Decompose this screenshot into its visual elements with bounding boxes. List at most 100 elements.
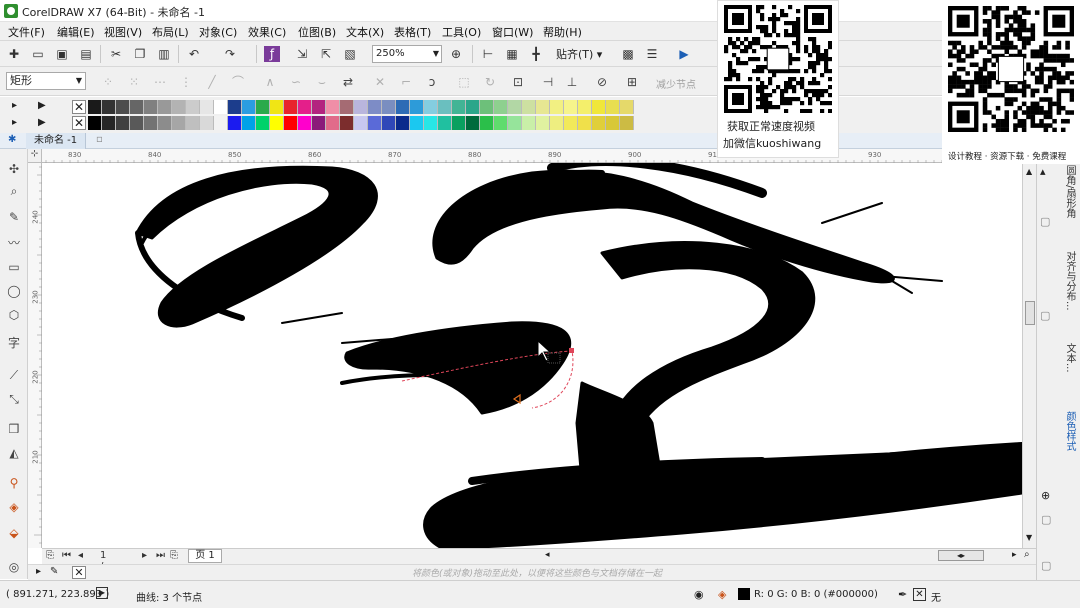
color-swatch[interactable]: [452, 116, 466, 130]
next-page-icon[interactable]: ▸: [142, 550, 147, 561]
color-swatch[interactable]: [410, 100, 424, 114]
cut-icon[interactable]: ✂: [108, 46, 124, 62]
color-swatch[interactable]: [144, 100, 158, 114]
color-swatch[interactable]: [130, 116, 144, 130]
snap-to-button[interactable]: 贴齐(T) ▾: [556, 46, 602, 62]
import-icon[interactable]: ⇲: [294, 46, 310, 62]
vertical-scroll-thumb[interactable]: [1025, 301, 1035, 325]
menu-file[interactable]: 文件(F): [8, 24, 45, 40]
palette-eyedropper-icon[interactable]: ▶: [38, 100, 46, 111]
page-tab[interactable]: 页 1: [188, 549, 222, 563]
color-swatch[interactable]: [620, 116, 634, 130]
color-swatch[interactable]: [186, 116, 200, 130]
polygon-tool-icon[interactable]: ⬡: [6, 307, 22, 323]
color-swatch[interactable]: [270, 100, 284, 114]
tab-close-icon[interactable]: ▫: [96, 134, 103, 145]
color-swatch[interactable]: [480, 100, 494, 114]
color-swatch[interactable]: [578, 116, 592, 130]
color-swatch[interactable]: [508, 116, 522, 130]
color-swatch[interactable]: [620, 100, 634, 114]
smooth-node-icon[interactable]: ∽: [288, 74, 304, 90]
color-swatch[interactable]: [438, 100, 452, 114]
reduce-nodes-button[interactable]: 减少节点: [656, 76, 696, 91]
docker-icon[interactable]: ▢: [1041, 513, 1051, 526]
color-swatch[interactable]: [494, 100, 508, 114]
align-nodes-icon[interactable]: ⊡: [510, 74, 526, 90]
color-swatch[interactable]: [592, 116, 606, 130]
reflect-horizontal-icon[interactable]: ⊣: [540, 74, 556, 90]
outline-pen-icon[interactable]: ✒: [898, 588, 907, 601]
docker-tab-text[interactable]: 文本...: [1061, 343, 1077, 373]
color-swatch[interactable]: [172, 116, 186, 130]
scroll-up-icon[interactable]: ▲: [1026, 167, 1032, 176]
docker-tab-color-styles[interactable]: 颜色样式: [1061, 411, 1077, 451]
color-swatch[interactable]: [326, 100, 340, 114]
parallel-dimension-tool-icon[interactable]: ⟋: [6, 367, 22, 383]
color-swatch[interactable]: [536, 116, 550, 130]
color-swatch[interactable]: [522, 100, 536, 114]
to-line-icon[interactable]: ╱: [204, 74, 220, 90]
break-curve-icon[interactable]: ⋮: [178, 74, 194, 90]
add-page-icon[interactable]: ⎘: [46, 550, 54, 561]
color-swatch[interactable]: [186, 100, 200, 114]
rectangle-tool-icon[interactable]: ▭: [6, 259, 22, 275]
to-curve-icon[interactable]: ⌒: [230, 74, 246, 90]
paste-icon[interactable]: ▥: [156, 46, 172, 62]
stretch-nodes-icon[interactable]: ⬚: [456, 74, 472, 90]
docker-tab-align[interactable]: 对齐与分布...: [1061, 251, 1077, 311]
options-icon[interactable]: ▩: [620, 46, 636, 62]
color-swatch[interactable]: [480, 116, 494, 130]
interactive-fill-tool-icon[interactable]: ◈: [6, 499, 22, 515]
menu-bitmaps[interactable]: 位图(B): [298, 24, 336, 40]
transparency-tool-icon[interactable]: ◭: [6, 445, 22, 461]
menu-edit[interactable]: 编辑(E): [57, 24, 95, 40]
palette-eyedropper-icon[interactable]: ▶: [38, 117, 46, 128]
color-swatch[interactable]: [340, 100, 354, 114]
color-swatch[interactable]: [228, 116, 242, 130]
zoom-fit-icon[interactable]: ⊕: [448, 46, 464, 62]
target-icon[interactable]: ◉: [694, 588, 704, 601]
color-swatch[interactable]: [284, 116, 298, 130]
color-swatch[interactable]: [522, 116, 536, 130]
color-swatch[interactable]: [550, 116, 564, 130]
ellipse-tool-icon[interactable]: ◯: [6, 283, 22, 299]
connector-tool-icon[interactable]: ⤡: [6, 391, 22, 407]
join-nodes-icon[interactable]: ⋯: [152, 74, 168, 90]
brush-stroke-artwork[interactable]: [42, 163, 1022, 548]
save-icon[interactable]: ▣: [54, 46, 70, 62]
menu-help[interactable]: 帮助(H): [543, 24, 582, 40]
color-swatch[interactable]: [144, 116, 158, 130]
color-swatch[interactable]: [256, 100, 270, 114]
color-swatch[interactable]: [424, 100, 438, 114]
launch-icon[interactable]: ☰: [644, 46, 660, 62]
export-icon[interactable]: ⇱: [318, 46, 334, 62]
add-page-after-icon[interactable]: ⎘: [170, 550, 178, 561]
smart-fill-tool-icon[interactable]: ⬙: [6, 525, 22, 541]
docker-icon[interactable]: ▢: [1040, 309, 1050, 322]
ruler-origin-icon[interactable]: ⊹: [28, 149, 42, 163]
artistic-media-tool-icon[interactable]: 〰: [6, 235, 22, 251]
freehand-tool-icon[interactable]: ✎: [6, 209, 22, 225]
color-swatch[interactable]: [256, 116, 270, 130]
undo-icon[interactable]: ↶: [186, 46, 202, 62]
extract-subpath-icon[interactable]: ⌐: [398, 74, 414, 90]
color-swatch[interactable]: [172, 100, 186, 114]
cusp-node-icon[interactable]: ∧: [262, 74, 278, 90]
scroll-left-icon[interactable]: ◂: [545, 550, 550, 560]
menu-text[interactable]: 文本(X): [346, 24, 384, 40]
docker-scroll-up-icon[interactable]: ▴: [1040, 165, 1046, 178]
color-swatch[interactable]: [606, 100, 620, 114]
node-handle[interactable]: [569, 348, 574, 353]
color-swatch[interactable]: [606, 116, 620, 130]
copy-icon[interactable]: ❐: [132, 46, 148, 62]
rotate-nodes-icon[interactable]: ↻: [482, 74, 498, 90]
color-swatch[interactable]: [88, 116, 102, 130]
pick-tool-icon[interactable]: ✣: [6, 161, 22, 177]
color-swatch[interactable]: [368, 100, 382, 114]
color-swatch[interactable]: [242, 116, 256, 130]
drawing-canvas[interactable]: [42, 163, 1022, 548]
zoom-tool-icon[interactable]: ⌕: [6, 183, 22, 199]
horizontal-ruler[interactable]: 830 840 850 860 870 880 890 900 910 920 …: [42, 149, 1032, 163]
open-icon[interactable]: ▭: [30, 46, 46, 62]
color-swatch[interactable]: [564, 100, 578, 114]
